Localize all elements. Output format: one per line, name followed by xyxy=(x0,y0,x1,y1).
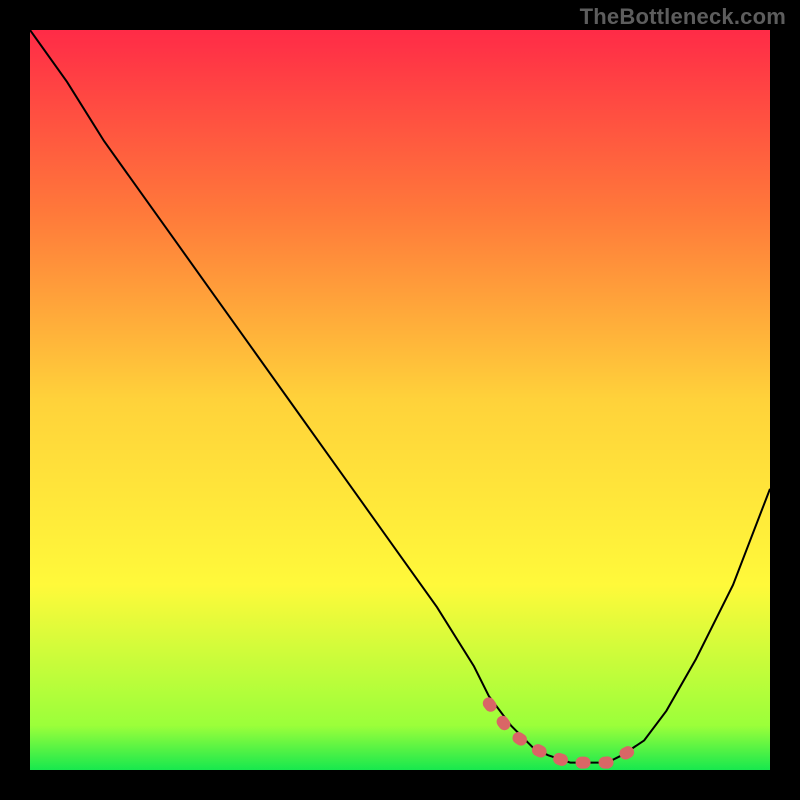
chart-frame: TheBottleneck.com xyxy=(0,0,800,800)
gradient-background xyxy=(30,30,770,770)
plot-svg xyxy=(30,30,770,770)
watermark-text: TheBottleneck.com xyxy=(580,4,786,30)
bottleneck-curve-plot xyxy=(30,30,770,770)
